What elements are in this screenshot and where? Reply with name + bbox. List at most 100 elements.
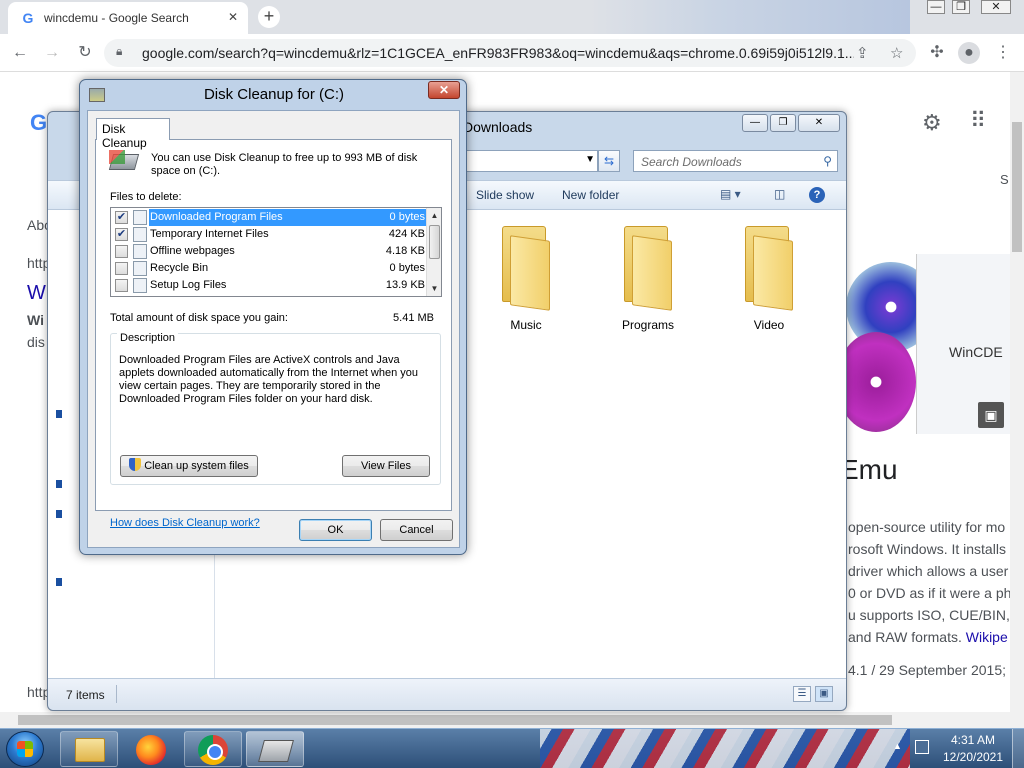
taskbar-firefox-button[interactable] xyxy=(122,731,180,767)
knowledge-panel-images[interactable]: WinCDE ▣ xyxy=(836,252,1012,442)
page-vertical-scrollbar[interactable] xyxy=(1010,72,1024,712)
files-to-delete-list[interactable]: ✔ Downloaded Program Files 0 bytes ✔ Tem… xyxy=(110,207,442,297)
clock-time[interactable]: 4:31 AM xyxy=(938,733,1008,747)
taskbar-disk-cleanup-button[interactable] xyxy=(246,731,304,767)
disk-cleanup-dialog[interactable]: Disk Cleanup for (C:) ✕ Disk Cleanup You… xyxy=(79,79,467,555)
apps-grid-icon[interactable]: ⠿ xyxy=(970,108,986,134)
bookmark-star-icon[interactable]: ☆ xyxy=(890,44,903,62)
refresh-icon[interactable]: ⇆ xyxy=(598,150,620,172)
maximize-button[interactable]: ❐ xyxy=(950,0,972,18)
file-category-name: Offline webpages xyxy=(150,245,235,257)
address-bar[interactable]: 🔒︎ google.com/search?q=wincdemu&rlz=1C1G… xyxy=(104,39,916,67)
details-view-icon[interactable]: ☰ xyxy=(793,686,811,702)
large-icons-view-icon[interactable]: ▣ xyxy=(815,686,833,702)
explorer-address-bar[interactable]: ▼ xyxy=(458,150,598,172)
folder-item-music[interactable]: Music xyxy=(476,220,576,340)
total-space-label: Total amount of disk space you gain: xyxy=(110,312,288,324)
tab-fragment[interactable]: S xyxy=(1000,172,1009,187)
ok-button[interactable]: OK xyxy=(299,519,372,541)
checkbox[interactable]: ✔ xyxy=(115,228,128,241)
menu-kebab-icon[interactable]: ⋮ xyxy=(992,42,1014,64)
knowledge-panel-description: open-source utility for mo rosoft Window… xyxy=(848,516,1018,648)
extensions-puzzle-icon[interactable]: ✣ xyxy=(926,42,948,64)
chevron-down-icon[interactable]: ▼ xyxy=(585,154,595,165)
clean-up-system-files-button[interactable]: Clean up system files xyxy=(120,455,258,477)
status-divider xyxy=(116,685,117,703)
scroll-up-icon[interactable]: ▲ xyxy=(427,208,441,223)
list-item[interactable]: Setup Log Files 13.9 KB xyxy=(111,277,427,294)
page-horizontal-scrollbar[interactable] xyxy=(0,712,1024,728)
folder-item-video[interactable]: Video xyxy=(719,220,819,340)
checkbox[interactable]: ✔ xyxy=(115,211,128,224)
search-icon[interactable]: ⚲ xyxy=(823,154,832,168)
disk-cleanup-icon xyxy=(258,740,294,762)
tab-disk-cleanup[interactable]: Disk Cleanup xyxy=(96,118,170,150)
dialog-close-button[interactable]: ✕ xyxy=(428,81,460,99)
checkbox[interactable] xyxy=(115,279,128,292)
image-icon[interactable]: ▣ xyxy=(978,402,1004,428)
new-tab-button[interactable]: + xyxy=(258,6,280,28)
new-folder-button[interactable]: New folder xyxy=(562,188,619,202)
description-group: Description Downloaded Program Files are… xyxy=(110,332,441,485)
list-scrollbar[interactable]: ▲ ▼ xyxy=(426,208,441,296)
scroll-thumb[interactable] xyxy=(18,715,892,725)
close-window-button[interactable]: ✕ xyxy=(978,0,1014,18)
explorer-status-bar: 7 items ☰ ▣ xyxy=(48,678,846,710)
file-category-name: Temporary Internet Files xyxy=(150,228,269,240)
show-hidden-icons-icon[interactable]: ▲ xyxy=(893,741,902,751)
change-view-icon[interactable]: ▤ ▾ xyxy=(720,187,741,201)
slideshow-button[interactable]: Slide show xyxy=(476,188,534,202)
result-fragment-title[interactable]: W xyxy=(27,282,46,305)
folder-item-programs[interactable]: Programs xyxy=(598,220,698,340)
taskbar-explorer-button[interactable] xyxy=(60,731,118,767)
wikipedia-link[interactable]: Wikipe xyxy=(966,629,1008,645)
explorer-minimize-button[interactable]: — xyxy=(742,114,768,132)
help-link[interactable]: How does Disk Cleanup work? xyxy=(110,517,260,529)
list-item[interactable]: Recycle Bin 0 bytes xyxy=(111,260,427,277)
folder-icon xyxy=(739,220,799,311)
list-item[interactable]: Offline webpages 4.18 KB xyxy=(111,243,427,260)
help-icon[interactable]: ? xyxy=(809,187,825,203)
view-files-button[interactable]: View Files xyxy=(342,455,430,477)
explorer-search-input[interactable]: Search Downloads ⚲ xyxy=(633,150,838,172)
file-category-name: Downloaded Program Files xyxy=(149,209,349,226)
cancel-button[interactable]: Cancel xyxy=(380,519,453,541)
list-item[interactable]: ✔ Downloaded Program Files 0 bytes xyxy=(111,209,427,226)
nav-item-icon[interactable] xyxy=(56,410,62,418)
show-desktop-button[interactable] xyxy=(1012,729,1024,768)
nav-item-icon[interactable] xyxy=(56,480,62,488)
gear-icon[interactable]: ⚙ xyxy=(922,110,942,136)
scroll-thumb[interactable] xyxy=(429,225,440,259)
explorer-close-button[interactable]: ✕ xyxy=(798,114,840,132)
reload-icon[interactable]: ↻ xyxy=(75,43,95,63)
file-category-size: 424 KB xyxy=(388,228,425,240)
nav-item-icon[interactable] xyxy=(56,578,62,586)
tab-close-icon[interactable]: ✕ xyxy=(228,10,238,24)
scroll-down-icon[interactable]: ▼ xyxy=(427,281,441,296)
scroll-thumb[interactable] xyxy=(1012,122,1022,252)
checkbox[interactable] xyxy=(115,262,128,275)
share-icon[interactable]: ⇪ xyxy=(856,44,869,62)
browser-tab[interactable]: G wincdemu - Google Search ✕ xyxy=(8,2,248,34)
taskbar-chrome-button[interactable] xyxy=(184,731,242,767)
url-text[interactable]: google.com/search?q=wincdemu&rlz=1C1GCEA… xyxy=(142,45,854,61)
list-item[interactable]: ✔ Temporary Internet Files 424 KB xyxy=(111,226,427,243)
clock-date[interactable]: 12/20/2021 xyxy=(938,750,1008,764)
checkbox[interactable] xyxy=(115,245,128,258)
back-arrow-icon[interactable]: ← xyxy=(10,43,30,63)
google-logo[interactable]: G xyxy=(30,110,47,136)
nav-item-icon[interactable] xyxy=(56,510,62,518)
file-category-size: 0 bytes xyxy=(349,209,427,226)
preview-pane-icon[interactable]: ◫ xyxy=(774,187,785,201)
dialog-title: Disk Cleanup for (C:) xyxy=(203,86,345,103)
result-fragment-snippet-2: dis xyxy=(27,334,45,350)
forward-arrow-icon[interactable]: → xyxy=(42,43,62,63)
internet-files-icon xyxy=(133,227,147,242)
start-button[interactable] xyxy=(6,731,44,767)
explorer-maximize-button[interactable]: ❐ xyxy=(770,114,796,132)
desktop-background-strip xyxy=(590,0,910,34)
minimize-button[interactable]: — xyxy=(925,0,947,18)
network-icon[interactable] xyxy=(915,740,929,754)
profile-avatar-icon[interactable]: ● xyxy=(958,42,980,64)
files-to-delete-label: Files to delete: xyxy=(110,191,182,203)
